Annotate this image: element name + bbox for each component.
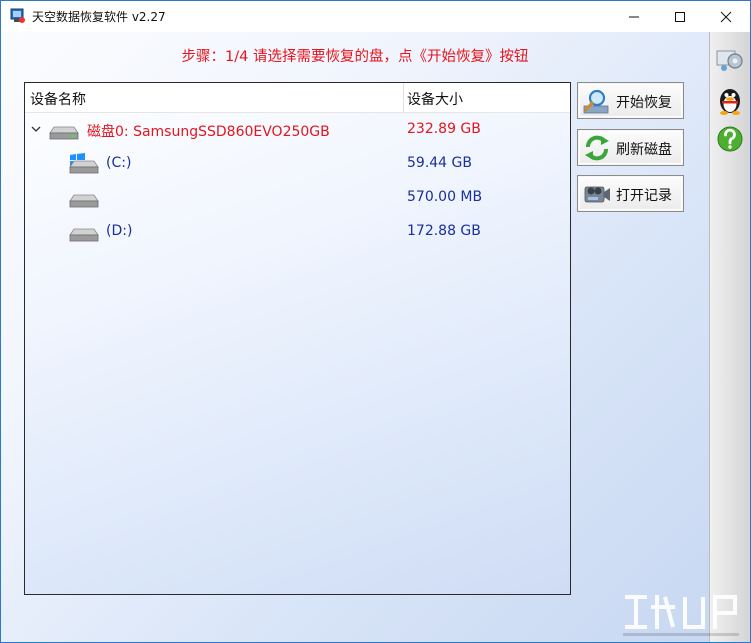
start-recovery-label: 开始恢复 xyxy=(616,95,672,111)
hard-drive-icon xyxy=(69,160,99,174)
close-icon xyxy=(720,11,732,22)
open-records-label: 打开记录 xyxy=(616,188,672,204)
window-title: 天空数据恢复软件 v2.27 xyxy=(32,10,166,24)
settings-icon[interactable] xyxy=(714,42,746,74)
help-icon[interactable] xyxy=(714,124,746,156)
partition-size: 172.88 GB xyxy=(407,223,481,239)
hard-drive-icon xyxy=(49,126,79,140)
disk-row[interactable]: 磁盘0: SamsungSSD860EVO250GB 232.89 GB xyxy=(25,116,570,146)
column-device-name[interactable]: 设备名称 xyxy=(30,89,86,109)
partition-row[interactable]: (C:) 59.44 GB xyxy=(25,150,570,180)
maximize-button[interactable] xyxy=(657,1,703,32)
minimize-icon xyxy=(629,16,639,17)
app-icon xyxy=(10,8,26,24)
partition-name: (D:) xyxy=(106,223,133,239)
maximize-icon xyxy=(675,11,685,22)
refresh-disk-button[interactable]: 刷新磁盘 xyxy=(577,129,684,166)
column-divider[interactable] xyxy=(403,83,404,112)
disk-size: 232.89 GB xyxy=(407,121,481,137)
partition-row[interactable]: (D:) 172.88 GB xyxy=(25,218,570,248)
step-instruction: 步骤：1/4 请选择需要恢复的盘，点《开始恢复》按钮 xyxy=(181,49,529,65)
camcorder-icon xyxy=(584,186,610,203)
device-tree[interactable]: 设备名称 设备大小 磁盘0: SamsungSSD860EVO250GB 232… xyxy=(24,82,571,595)
minimize-button[interactable] xyxy=(611,1,657,32)
refresh-icon xyxy=(585,135,609,161)
side-toolbar xyxy=(709,32,750,642)
column-header: 设备名称 设备大小 xyxy=(25,83,570,113)
refresh-disk-label: 刷新磁盘 xyxy=(616,142,672,158)
qq-penguin-icon[interactable] xyxy=(714,84,746,116)
watermark-logo xyxy=(623,595,739,636)
title-bar[interactable]: 天空数据恢复软件 v2.27 xyxy=(1,1,750,32)
partition-size: 570.00 MB xyxy=(407,189,483,205)
hard-drive-icon xyxy=(69,194,99,208)
magnifier-icon xyxy=(583,89,609,114)
open-records-button[interactable]: 打开记录 xyxy=(577,175,684,212)
app-window: 天空数据恢复软件 v2.27 步骤：1/4 请选择需要恢复的盘，点《开始恢复》按… xyxy=(0,0,751,643)
column-device-size[interactable]: 设备大小 xyxy=(407,89,463,109)
partition-row[interactable]: 570.00 MB xyxy=(25,184,570,214)
chevron-down-icon[interactable] xyxy=(31,125,41,133)
partition-size: 59.44 GB xyxy=(407,155,472,171)
disk-name: 磁盘0: SamsungSSD860EVO250GB xyxy=(87,124,330,140)
partition-name: (C:) xyxy=(106,155,132,171)
close-button[interactable] xyxy=(703,1,749,32)
hard-drive-icon xyxy=(69,228,99,242)
start-recovery-button[interactable]: 开始恢复 xyxy=(577,82,684,119)
